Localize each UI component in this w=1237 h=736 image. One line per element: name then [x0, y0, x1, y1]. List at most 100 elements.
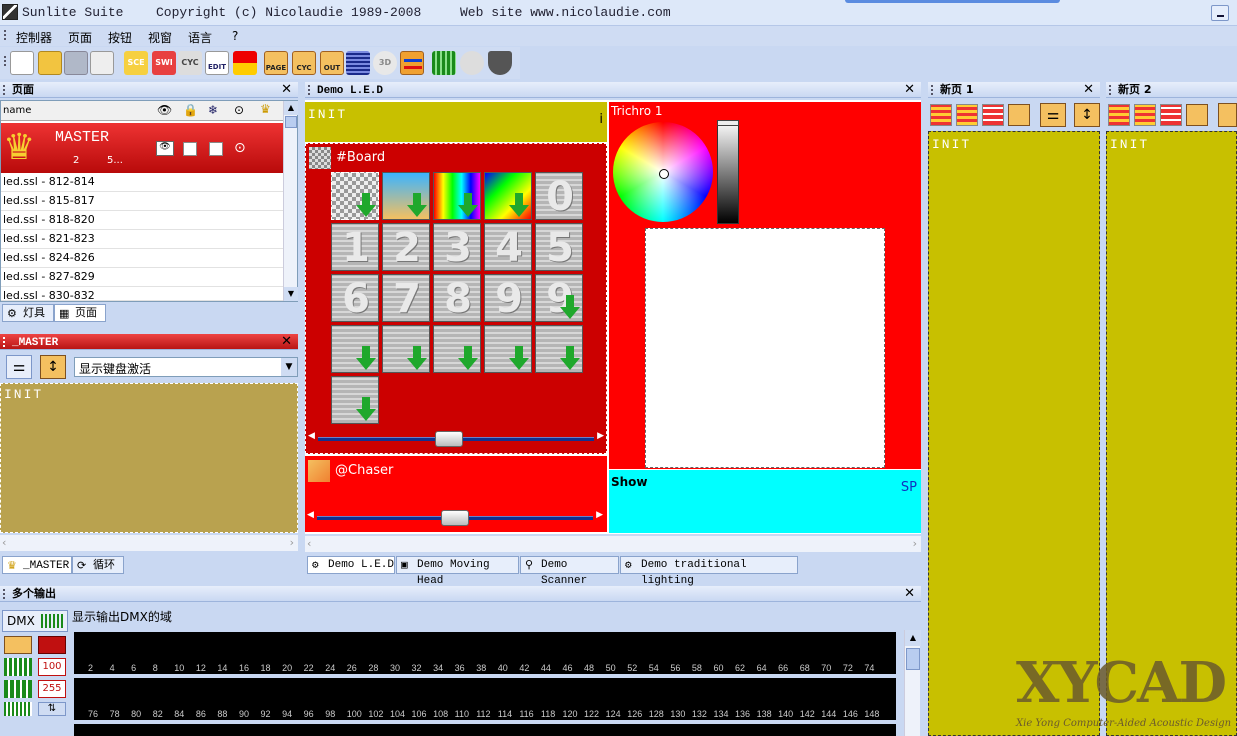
page2-init-button[interactable]: INIT	[1106, 131, 1237, 736]
list-item[interactable]: led.ssl - 830-832	[1, 287, 283, 301]
list-item[interactable]: led.ssl - 818-820	[1, 211, 283, 230]
music-icon[interactable]	[460, 51, 484, 75]
effect-tile-diagonal[interactable]	[484, 172, 532, 220]
scroll-down-icon[interactable]: ▼	[284, 287, 298, 301]
master-row[interactable]: ♛ MASTER 2 5... 👁 ⊙	[1, 123, 283, 173]
tab-cycle[interactable]: ⟳ 循环	[72, 556, 124, 574]
cycle-icon[interactable]: CYC	[178, 51, 202, 75]
board-slider-thumb[interactable]	[434, 431, 463, 447]
flag-icon[interactable]	[233, 51, 257, 75]
digit-tile-2[interactable]: 2	[382, 223, 430, 271]
dmx-icon[interactable]	[346, 51, 370, 75]
menu-button[interactable]: 按钮	[108, 29, 132, 46]
tab-fixtures[interactable]: ⚙ 灯具	[2, 304, 54, 322]
digit-tile-9-arrow[interactable]: 9	[535, 274, 583, 322]
menu-controller[interactable]: 控制器	[16, 29, 52, 46]
digit-tile-3[interactable]: 3	[433, 223, 481, 271]
value-255-button[interactable]: 255	[38, 680, 66, 698]
digit-tile-4[interactable]: 4	[484, 223, 532, 271]
keyboard-dropdown[interactable]: 显示键盘激活 ▼	[74, 357, 298, 377]
sliders-button[interactable]: ⚌	[6, 355, 32, 379]
digit-tile-9[interactable]: 9	[484, 274, 532, 322]
tab-demo-led[interactable]: ⚙ Demo L.E.D	[307, 556, 395, 574]
dmx-socket-icon[interactable]: ⊙	[234, 140, 246, 156]
bars-icon[interactable]	[930, 104, 952, 126]
save-icon[interactable]	[64, 51, 88, 75]
digit-tile-0[interactable]: 0	[535, 172, 583, 220]
switch-icon[interactable]: SWI	[152, 51, 176, 75]
menu-language[interactable]: 语言	[188, 29, 212, 46]
eye-toggle[interactable]: 👁	[156, 141, 174, 156]
close-icon[interactable]: ✕	[1083, 82, 1094, 97]
digit-tile-8[interactable]: 8	[433, 274, 481, 322]
effect-tile-checker[interactable]	[331, 172, 379, 220]
window-tab[interactable]	[845, 0, 1060, 3]
snowflake-icon[interactable]: ❄	[208, 103, 218, 117]
effect-tile-dots[interactable]	[535, 325, 583, 373]
bars-red-icon[interactable]	[38, 636, 66, 654]
effect-tile-v-line[interactable]	[433, 325, 481, 373]
sliders-button[interactable]	[1218, 103, 1237, 127]
led-init-button[interactable]: INIT i	[305, 102, 607, 142]
list-item[interactable]: led.ssl - 815-817	[1, 192, 283, 211]
tab-master[interactable]: ♛ _MASTER	[2, 556, 72, 574]
list-item[interactable]: led.ssl - 821-823	[1, 230, 283, 249]
page-icon[interactable]: PAGE	[264, 51, 288, 75]
scroll-up-icon[interactable]: ▲	[905, 630, 921, 646]
3d-icon[interactable]: 3D	[373, 51, 397, 75]
close-icon[interactable]: ✕	[904, 586, 915, 601]
close-icon[interactable]: ✕	[904, 82, 915, 97]
column-name[interactable]: name	[3, 105, 31, 116]
list-icon[interactable]	[1008, 104, 1030, 126]
bars-icon[interactable]	[982, 104, 1004, 126]
tab-demo-traditional[interactable]: ⚙ Demo traditional lighting	[620, 556, 798, 587]
swap-icon[interactable]	[400, 51, 424, 75]
chaser-slider[interactable]: ◀ ▶	[307, 510, 603, 526]
dmx-socket-icon[interactable]: ⊙	[234, 103, 244, 117]
effect-tile-h-line[interactable]	[382, 325, 430, 373]
output-scrollbar[interactable]: ▲	[904, 630, 921, 736]
copy-icon[interactable]	[90, 51, 114, 75]
bars-green-icon[interactable]	[4, 658, 32, 676]
chaser-button[interactable]: @Chaser ◀ ▶	[305, 456, 607, 532]
crown-icon[interactable]: ♛	[260, 102, 271, 116]
led-hscroll[interactable]: ‹ ›	[305, 536, 921, 552]
lock-checkbox[interactable]	[183, 142, 197, 156]
scroll-thumb[interactable]	[906, 648, 920, 670]
digit-tile-5[interactable]: 5	[535, 223, 583, 271]
list-icon[interactable]	[1186, 104, 1208, 126]
sliders-button[interactable]: ⚌	[1040, 103, 1066, 127]
close-icon[interactable]: ✕	[281, 82, 292, 97]
bars-icon[interactable]	[956, 104, 978, 126]
menu-page[interactable]: 页面	[68, 29, 92, 46]
master-hscroll[interactable]: ‹ ›	[0, 535, 298, 551]
tab-pages[interactable]: ▦ 页面	[54, 304, 106, 322]
page1-init-button[interactable]: INIT	[928, 131, 1100, 736]
menu-help[interactable]: ?	[232, 29, 238, 43]
list-item[interactable]: led.ssl - 824-826	[1, 249, 283, 268]
color-wheel[interactable]	[613, 122, 713, 222]
list-item[interactable]: led.ssl - 812-814	[1, 173, 283, 192]
open-icon[interactable]	[38, 51, 62, 75]
bars-green3-icon[interactable]	[4, 702, 32, 716]
bars-icon[interactable]	[1160, 104, 1182, 126]
effect-tile-corner[interactable]	[484, 325, 532, 373]
value-100-button[interactable]: 100	[38, 658, 66, 676]
chevron-down-icon[interactable]: ▼	[281, 358, 297, 376]
resize-button[interactable]: ↕	[40, 355, 66, 379]
bars-icon[interactable]	[1134, 104, 1156, 126]
list-item[interactable]: led.ssl - 827-829	[1, 268, 283, 287]
timeline-icon[interactable]	[432, 51, 456, 75]
effect-tile-gradient[interactable]	[382, 172, 430, 220]
eye-icon[interactable]: 👁	[157, 103, 172, 117]
cycle-page-icon[interactable]: CYC	[292, 51, 316, 75]
digit-tile-7[interactable]: 7	[382, 274, 430, 322]
board-button[interactable]: #Board 0 1 2 3 4 5 6 7 8 9 9 ◀ ▶	[305, 143, 607, 454]
freeze-checkbox[interactable]	[209, 142, 223, 156]
show-button[interactable]: Show SP	[609, 470, 921, 533]
menu-window[interactable]: 视窗	[148, 29, 172, 46]
tab-demo-moving-head[interactable]: ▣ Demo Moving Head	[396, 556, 519, 587]
master-init-button[interactable]: INIT	[0, 383, 298, 533]
scroll-right-icon[interactable]: ›	[290, 536, 294, 549]
brightness-handle[interactable]	[717, 120, 739, 126]
